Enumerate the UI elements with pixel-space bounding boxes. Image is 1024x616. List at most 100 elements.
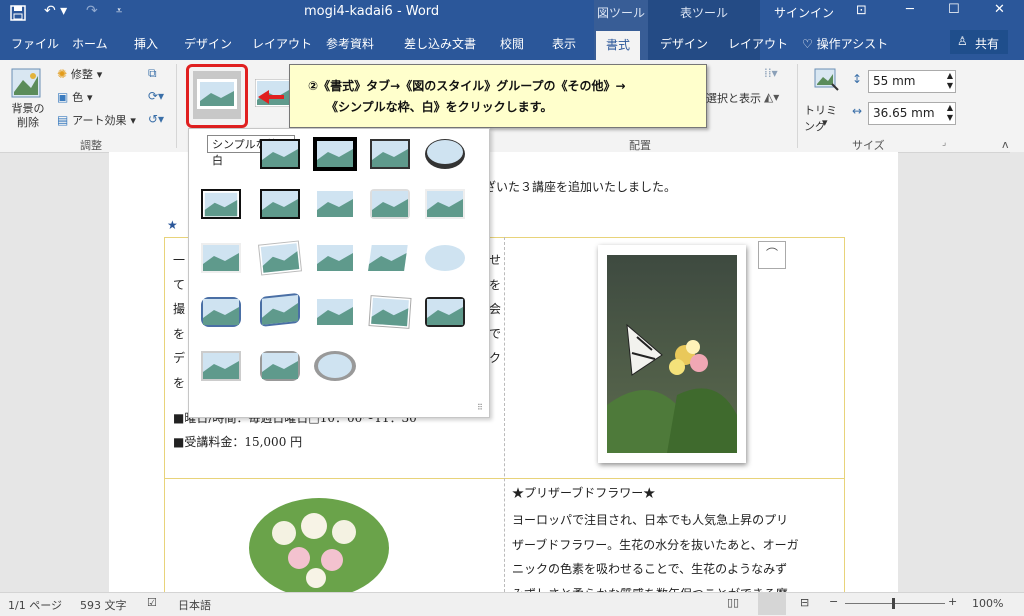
- reset-picture-icon[interactable]: ↺▾: [148, 112, 164, 126]
- selection-pane-button[interactable]: 選択と表示: [706, 90, 761, 106]
- text-line: を: [489, 277, 502, 292]
- chevron-down-icon: ▾: [130, 114, 136, 127]
- table-border: [844, 237, 845, 592]
- color-icon: ▣: [57, 90, 69, 104]
- group-divider: [176, 64, 177, 148]
- collapse-ribbon-icon[interactable]: ʌ: [1002, 138, 1009, 151]
- dialog-launcher-icon[interactable]: ⌟: [942, 138, 946, 148]
- tab-file[interactable]: ファイル: [11, 35, 59, 52]
- share-label: 共有: [975, 37, 1000, 51]
- color-label: 色: [72, 91, 84, 104]
- corrections-label: 修整: [70, 68, 93, 81]
- language[interactable]: 日本語: [178, 597, 211, 613]
- redo-icon[interactable]: ↷: [86, 3, 98, 19]
- word-count[interactable]: 593 文字: [80, 597, 127, 613]
- tab-insert[interactable]: 挿入: [134, 35, 158, 52]
- zoom-in-icon[interactable]: +: [948, 595, 957, 608]
- tab-layout[interactable]: レイアウト: [252, 35, 312, 52]
- remove-background-label: 背景の削除: [11, 102, 45, 129]
- text-line: ヨーロッパで注目され、日本でも人気急上昇のプリ: [512, 513, 789, 527]
- height-icon: ↕: [852, 72, 863, 86]
- zoom-level[interactable]: 100%: [972, 597, 1003, 610]
- compress-icon[interactable]: ⧉: [148, 66, 157, 81]
- crop-icon: [814, 68, 839, 91]
- text-line: デ: [173, 351, 186, 365]
- assist-search[interactable]: ♡ 操作アシスト: [802, 35, 888, 52]
- text-line: 一: [173, 253, 186, 267]
- group-arrange-label: 配置: [629, 139, 651, 152]
- chevron-down-icon: ▾: [96, 68, 103, 81]
- style-simple-frame-white[interactable]: [193, 71, 241, 119]
- crop-button[interactable]: トリミング ▾: [804, 66, 846, 133]
- read-mode-icon[interactable]: ▯▯: [727, 596, 739, 609]
- callout-line-2: 《シンプルな枠、白》をクリックします。: [326, 100, 553, 114]
- web-layout-icon[interactable]: ⊟: [800, 596, 809, 609]
- col2-title: ★プリザーブドフラワー★: [512, 486, 656, 500]
- page-count[interactable]: 1/1 ページ: [8, 597, 62, 613]
- text-line: を: [173, 375, 186, 390]
- status-bar: 1/1 ページ 593 文字 ☑ 日本語 ▯▯ ⊟ − + 100%: [0, 592, 1024, 616]
- share-button[interactable]: ♙ 共有: [950, 30, 1008, 54]
- artistic-icon: ▤: [57, 113, 69, 127]
- arrow-icon: [258, 90, 284, 104]
- tab-references[interactable]: 参考資料: [326, 35, 374, 52]
- intro-text: ざいた３講座を追加いたしました。: [484, 180, 677, 194]
- text-line: せ: [489, 253, 502, 267]
- right-edge-text: せ を 会 で ク: [489, 248, 501, 371]
- print-layout-icon[interactable]: [758, 593, 786, 615]
- remove-background-button[interactable]: 背景の削除: [8, 66, 45, 136]
- align-icon[interactable]: ⁞⁞▾: [764, 66, 778, 80]
- text-line: 撮: [173, 302, 186, 316]
- fee-line: ■受講料金：15,000 円: [173, 435, 303, 449]
- artistic-label: アート効果: [72, 114, 127, 127]
- text-line: ク: [489, 351, 502, 365]
- text-line: で: [489, 326, 502, 341]
- width-value: 36.65 mm: [873, 106, 935, 120]
- maximize-button[interactable]: ☐: [948, 2, 960, 17]
- rotate-icon[interactable]: ◭▾: [764, 90, 779, 104]
- tab-table-layout[interactable]: レイアウト: [728, 35, 788, 52]
- resize-grip-icon[interactable]: ⠿: [477, 403, 483, 412]
- zoom-slider-thumb[interactable]: [892, 598, 895, 609]
- tab-table-design[interactable]: デザイン: [660, 35, 708, 52]
- tab-design[interactable]: デザイン: [184, 35, 232, 52]
- signin-link[interactable]: サインイン: [774, 4, 834, 21]
- minimize-button[interactable]: ─: [906, 2, 914, 17]
- table-border: [504, 237, 505, 592]
- vertical-scrollbar[interactable]: [1010, 152, 1024, 592]
- color-button[interactable]: ▣ 色 ▾: [57, 89, 93, 105]
- spin-icon[interactable]: ▲ ▼: [947, 103, 953, 123]
- remove-background-icon: [11, 68, 41, 98]
- butterfly-picture[interactable]: [598, 245, 746, 463]
- table-border: [164, 237, 165, 592]
- artistic-effects-button[interactable]: ▤ アート効果 ▾: [57, 112, 136, 128]
- customize-qat-icon[interactable]: ⩡: [116, 4, 122, 18]
- zoom-out-icon[interactable]: −: [829, 595, 838, 608]
- zoom-slider[interactable]: [845, 603, 945, 604]
- close-button[interactable]: ✕: [994, 2, 1005, 17]
- ribbon-display-icon[interactable]: ⊡: [856, 3, 867, 18]
- undo-icon[interactable]: ↶ ▾: [44, 3, 67, 19]
- flower-bouquet-image: [249, 498, 389, 592]
- tab-view[interactable]: 表示: [552, 35, 576, 52]
- person-icon: ♙: [957, 34, 968, 48]
- corrections-button[interactable]: ✺ 修整 ▾: [57, 66, 102, 82]
- proofing-icon[interactable]: ☑: [147, 596, 157, 609]
- tab-review[interactable]: 校閲: [500, 35, 524, 52]
- tab-mailings[interactable]: 差し込み文書: [404, 35, 476, 52]
- text-line: 会: [489, 302, 502, 316]
- save-icon[interactable]: [10, 5, 26, 21]
- height-input[interactable]: 55 mm ▲ ▼: [868, 70, 956, 93]
- title-bar: ↶ ▾ ↷ ⩡ mogi4-kadai6 - Word 図ツール 表ツール サイ…: [0, 0, 1024, 26]
- spin-icon[interactable]: ▲ ▼: [947, 71, 953, 91]
- ribbon-tabs: ファイル ホーム 挿入 デザイン レイアウト 参考資料 差し込み文書 校閲 表示…: [0, 26, 1024, 60]
- group-adjust-label: 調整: [80, 139, 102, 152]
- style-thumbnails[interactable]: [197, 135, 487, 395]
- change-picture-icon[interactable]: ⟳▾: [148, 89, 164, 103]
- text-line: ニックの色素を吸わせることで、生花のようなみず: [512, 562, 788, 576]
- layout-options-icon[interactable]: ⌒: [758, 241, 786, 269]
- tab-format[interactable]: 書式: [596, 31, 641, 60]
- chevron-down-icon: ▾: [87, 91, 93, 104]
- tab-home[interactable]: ホーム: [72, 35, 108, 52]
- width-input[interactable]: 36.65 mm ▲ ▼: [868, 102, 956, 125]
